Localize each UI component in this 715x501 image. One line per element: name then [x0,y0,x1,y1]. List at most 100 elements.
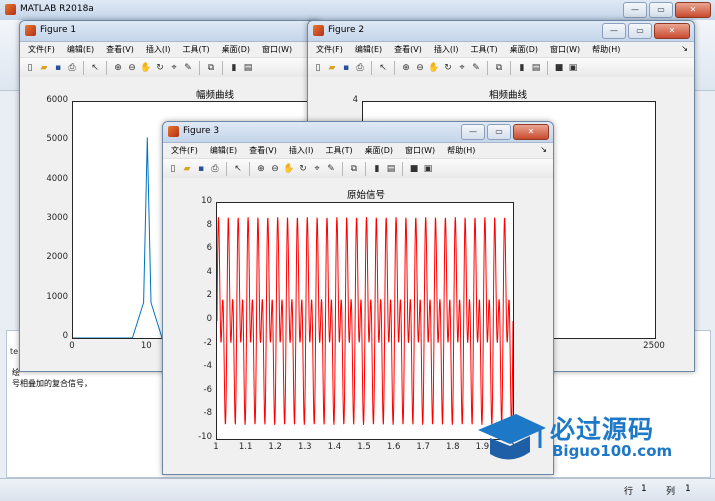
editor-tab-text: te [10,347,19,356]
y-tick-label: 3000 [46,213,68,223]
x-tick-label: 1.2 [268,442,282,452]
hide-tools-icon[interactable]: ■ [553,62,565,74]
menu-tools[interactable]: 工具(T) [182,44,209,55]
legend-icon[interactable]: ▤ [242,62,254,74]
y-tick-label: 4 [206,266,212,277]
print-icon[interactable]: ⎙ [66,62,78,74]
minimize-button[interactable]: — [602,23,626,39]
hide-tools-icon[interactable]: ■ [408,163,420,175]
figure1-menubar: 文件(F) 编辑(E) 查看(V) 插入(I) 工具(T) 桌面(D) 窗口(W… [20,42,320,58]
maximize-button[interactable]: ▭ [649,2,673,18]
data-cursor-icon[interactable]: ⌖ [456,62,468,74]
y-tick-label: -4 [203,361,212,372]
zoom-out-icon[interactable]: ⊖ [414,62,426,74]
new-figure-icon[interactable]: ▯ [24,62,36,74]
y-tick-label: 2000 [46,252,68,263]
menu-file[interactable]: 文件(F) [316,44,343,55]
menu-insert[interactable]: 插入(I) [434,44,459,55]
maximize-button[interactable]: ▭ [487,124,511,140]
figure2-menubar: 文件(F) 编辑(E) 查看(V) 插入(I) 工具(T) 桌面(D) 窗口(W… [308,42,694,58]
rotate-icon[interactable]: ↻ [297,163,309,175]
menu-edit[interactable]: 编辑(E) [67,44,94,55]
pointer-icon[interactable]: ↖ [232,163,244,175]
menu-window[interactable]: 窗口(W) [550,44,580,55]
save-icon[interactable]: ▪ [52,62,64,74]
legend-icon[interactable]: ▤ [530,62,542,74]
rotate-icon[interactable]: ↻ [442,62,454,74]
logo-en-text: Biguo100.com [552,442,673,460]
save-icon[interactable]: ▪ [195,163,207,175]
menu-window[interactable]: 窗口(W) [262,44,292,55]
figure1-plot-title: 幅频曲线 [195,90,234,101]
print-icon[interactable]: ⎙ [209,163,221,175]
menu-desktop[interactable]: 桌面(D) [510,44,538,55]
pan-icon[interactable]: ✋ [140,62,152,74]
data-cursor-icon[interactable]: ⌖ [168,62,180,74]
pan-icon[interactable]: ✋ [283,163,295,175]
menu-file[interactable]: 文件(F) [171,145,198,156]
link-plot-icon[interactable]: ⧉ [493,62,505,74]
menu-overflow-icon[interactable]: ↘ [681,44,688,53]
zoom-in-icon[interactable]: ⊕ [112,62,124,74]
open-file-icon[interactable]: ▰ [326,62,338,74]
new-figure-icon[interactable]: ▯ [312,62,324,74]
menu-desktop[interactable]: 桌面(D) [222,44,250,55]
brush-icon[interactable]: ✎ [470,62,482,74]
pointer-icon[interactable]: ↖ [377,62,389,74]
menu-view[interactable]: 查看(V) [106,44,134,55]
zoom-out-icon[interactable]: ⊖ [126,62,138,74]
new-figure-icon[interactable]: ▯ [167,163,179,175]
close-button[interactable]: ✕ [675,2,711,18]
legend-icon[interactable]: ▤ [385,163,397,175]
zoom-in-icon[interactable]: ⊕ [255,163,267,175]
close-button[interactable]: ✕ [513,124,549,140]
menu-view[interactable]: 查看(V) [249,145,277,156]
zoom-in-icon[interactable]: ⊕ [400,62,412,74]
figure3-axes [216,202,514,440]
data-cursor-icon[interactable]: ⌖ [311,163,323,175]
rotate-icon[interactable]: ↻ [154,62,166,74]
menu-help[interactable]: 帮助(H) [592,44,620,55]
menu-desktop[interactable]: 桌面(D) [365,145,393,156]
menu-help[interactable]: 帮助(H) [447,145,475,156]
y-tick-label: 0 [62,331,68,341]
colorbar-icon[interactable]: ▮ [228,62,240,74]
menu-insert[interactable]: 插入(I) [146,44,171,55]
menu-file[interactable]: 文件(F) [28,44,55,55]
menu-tools[interactable]: 工具(T) [470,44,497,55]
minimize-button[interactable]: — [623,2,647,18]
menu-edit[interactable]: 编辑(E) [355,44,382,55]
pointer-icon[interactable]: ↖ [89,62,101,74]
pan-icon[interactable]: ✋ [428,62,440,74]
colorbar-icon[interactable]: ▮ [516,62,528,74]
menu-window[interactable]: 窗口(W) [405,145,435,156]
zoom-out-icon[interactable]: ⊖ [269,163,281,175]
print-icon[interactable]: ⎙ [354,62,366,74]
y-tick-label: 1000 [46,291,68,302]
figure3-title: Figure 3 [183,126,220,136]
close-button[interactable]: ✕ [654,23,690,39]
x-tick-label: 0 [69,341,75,351]
y-tick-label: 10 [201,196,212,206]
menu-view[interactable]: 查看(V) [394,44,422,55]
menu-insert[interactable]: 插入(I) [289,145,314,156]
dock-icon[interactable]: ▣ [567,62,579,74]
menu-tools[interactable]: 工具(T) [325,145,352,156]
link-plot-icon[interactable]: ⧉ [205,62,217,74]
link-plot-icon[interactable]: ⧉ [348,163,360,175]
minimize-button[interactable]: — [461,124,485,140]
y-tick-label: 4000 [46,173,68,184]
colorbar-icon[interactable]: ▮ [371,163,383,175]
brush-icon[interactable]: ✎ [325,163,337,175]
brush-icon[interactable]: ✎ [182,62,194,74]
menu-overflow-icon[interactable]: ↘ [540,145,547,154]
maximize-button[interactable]: ▭ [628,23,652,39]
menu-edit[interactable]: 编辑(E) [210,145,237,156]
open-file-icon[interactable]: ▰ [38,62,50,74]
figure1-toolbar: ▯ ▰ ▪ ⎙ ↖ ⊕ ⊖ ✋ ↻ ⌖ ✎ ⧉ ▮ ▤ [20,58,320,79]
y-tick-label: -2 [203,337,212,348]
save-icon[interactable]: ▪ [340,62,352,74]
matlab-logo-icon [5,4,16,15]
dock-icon[interactable]: ▣ [422,163,434,175]
open-file-icon[interactable]: ▰ [181,163,193,175]
